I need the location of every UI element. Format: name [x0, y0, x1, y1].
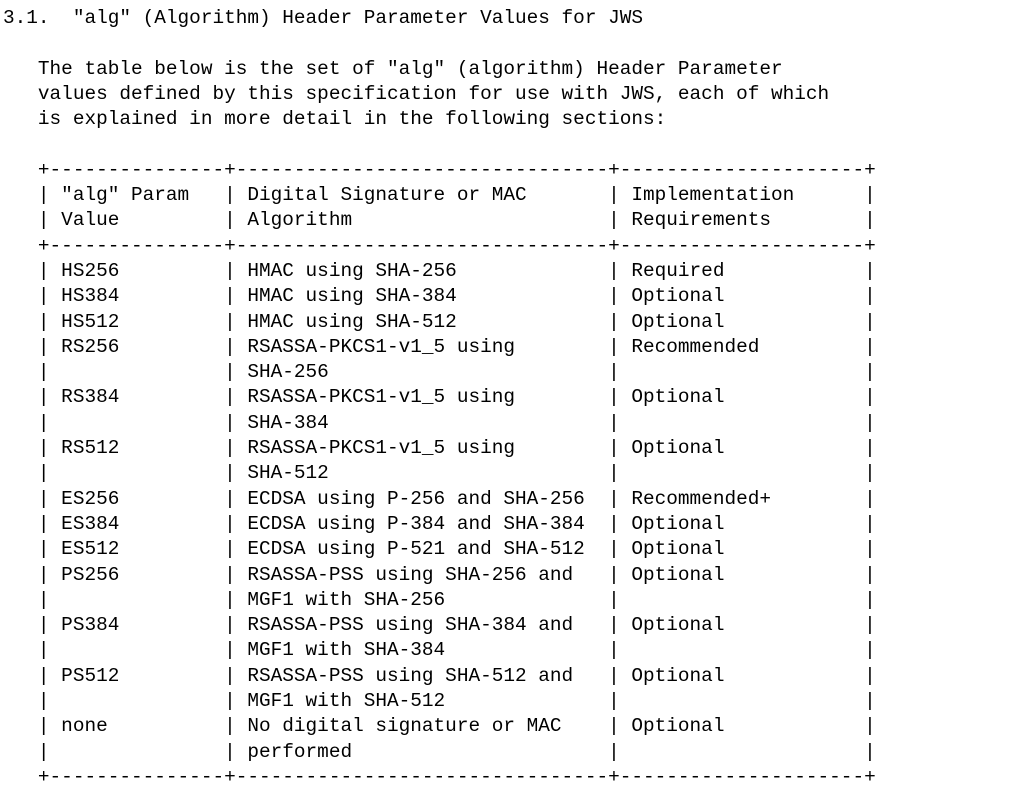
document-page: 3.1. "alg" (Algorithm) Header Parameter …	[0, 0, 1036, 800]
rfc-plaintext-body: 3.1. "alg" (Algorithm) Header Parameter …	[0, 0, 1036, 790]
section-heading: 3.1. "alg" (Algorithm) Header Parameter …	[3, 7, 643, 29]
ascii-table: +---------------+-----------------------…	[37, 158, 876, 788]
intro-paragraph: The table below is the set of "alg" (alg…	[37, 57, 830, 131]
